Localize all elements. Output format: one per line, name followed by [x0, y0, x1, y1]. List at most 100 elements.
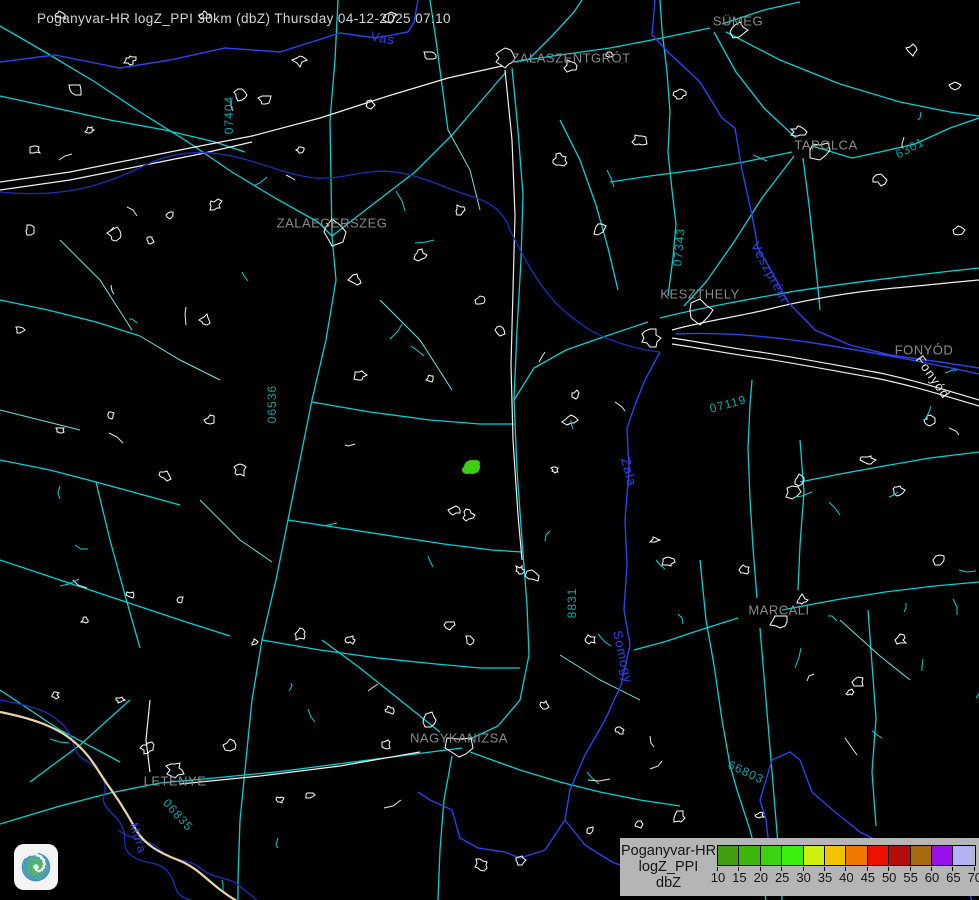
settlement-outline: [296, 147, 304, 153]
settlement-outline: [662, 557, 675, 566]
legend-unit: dbZ: [620, 875, 717, 891]
legend-colorbar: [717, 845, 976, 866]
road-stub: [75, 545, 88, 549]
settlement-outline: [69, 85, 81, 95]
settlement-outline: [463, 509, 475, 521]
road-path: [312, 402, 514, 424]
settlement-outline: [448, 506, 460, 515]
settlement-outline: [252, 639, 258, 645]
white-road-path: [146, 700, 150, 772]
road-stub: [289, 683, 292, 691]
settlement-outline: [210, 199, 222, 210]
road-path: [868, 610, 876, 826]
settlement-outline: [516, 566, 524, 574]
settlement-outline: [860, 456, 876, 464]
white-road-path: [180, 752, 420, 784]
road-path: [514, 322, 648, 400]
settlement-outline: [385, 706, 394, 714]
settlement-outline: [786, 486, 801, 499]
settlement-outline: [791, 126, 807, 136]
secondary-road-path: [140, 336, 220, 380]
road-stub: [111, 285, 114, 294]
settlement-outline: [475, 859, 487, 871]
road-path: [468, 68, 529, 740]
road-stub: [255, 177, 267, 185]
road-path: [0, 300, 140, 336]
settlement-outline: [551, 467, 558, 473]
settlement-outline: [873, 174, 887, 186]
road-path: [0, 560, 230, 636]
settlement-outline: [444, 622, 455, 630]
settlement-outline: [572, 390, 579, 399]
road-stub: [829, 502, 840, 515]
settlement-outline: [52, 692, 59, 699]
county-boundary-path: [565, 352, 660, 820]
settlement-outline: [204, 415, 214, 424]
settlement-outline: [635, 821, 643, 828]
settlement-outline: [895, 634, 906, 644]
settlement-outline: [540, 701, 549, 709]
settlement-outline: [770, 616, 787, 628]
legend-ticks: 10152025303540455055606570: [717, 867, 976, 885]
settlement-outline: [116, 697, 125, 703]
settlement-outline: [234, 464, 246, 476]
road-stub: [587, 772, 599, 784]
road-stub: [588, 779, 610, 781]
road-stub: [539, 352, 545, 362]
road-stub: [58, 486, 60, 499]
settlement-outline: [846, 689, 854, 695]
settlement-outline: [85, 127, 94, 133]
settlement-outline: [852, 677, 863, 686]
road-stub: [678, 614, 683, 624]
road-stub: [50, 739, 69, 743]
legend-tick-label: 55: [903, 870, 917, 885]
road-stub: [185, 307, 186, 325]
white-road-path: [252, 66, 502, 136]
road-stub: [545, 531, 550, 541]
city-label: MARCALI: [748, 603, 809, 618]
road-stub: [222, 880, 223, 891]
road-path: [748, 380, 757, 598]
road-stub: [945, 370, 957, 373]
settlement-outline: [223, 739, 236, 751]
road-stub: [571, 420, 573, 429]
road-stub: [59, 154, 72, 160]
spiral-icon: [17, 848, 55, 886]
legend-color-cell: [953, 846, 973, 865]
road-stub: [345, 444, 355, 446]
spiral-arc: [33, 864, 40, 871]
road-number-label: 07404: [222, 96, 236, 134]
settlement-outline: [81, 617, 88, 623]
road-number-label: 8831: [565, 588, 579, 619]
settlement-outline: [345, 636, 355, 644]
road-number-label: 06536: [265, 385, 279, 423]
city-label: LETENYE: [144, 774, 207, 789]
road-stub: [286, 175, 295, 180]
settlement-outline: [177, 597, 183, 603]
road-stub: [411, 346, 424, 356]
road-stub: [428, 556, 433, 567]
settlement-outline: [295, 628, 305, 640]
white-road-path: [0, 136, 252, 182]
road-stub: [959, 570, 976, 572]
road-stub: [615, 402, 625, 411]
river-path: [0, 153, 510, 230]
settlement-outline: [587, 827, 593, 834]
road-path: [0, 460, 180, 505]
settlement-outline: [382, 740, 390, 749]
secondary-road-path: [0, 410, 80, 430]
secondary-road-path: [200, 500, 272, 562]
radar-echo: [462, 466, 472, 474]
road-stub: [390, 324, 402, 339]
county-boundary-path: [652, 0, 979, 368]
legend-tick-label: 65: [946, 870, 960, 885]
settlement-outline: [933, 555, 944, 565]
legend-tick-label: 30: [796, 870, 810, 885]
settlement-outline: [166, 212, 173, 219]
legend-tick-label: 20: [754, 870, 768, 885]
legend-color-cell: [718, 846, 739, 865]
settlement-outline: [739, 565, 749, 574]
road-path: [560, 120, 618, 290]
road-stub: [922, 659, 923, 671]
road-stub: [242, 272, 248, 281]
